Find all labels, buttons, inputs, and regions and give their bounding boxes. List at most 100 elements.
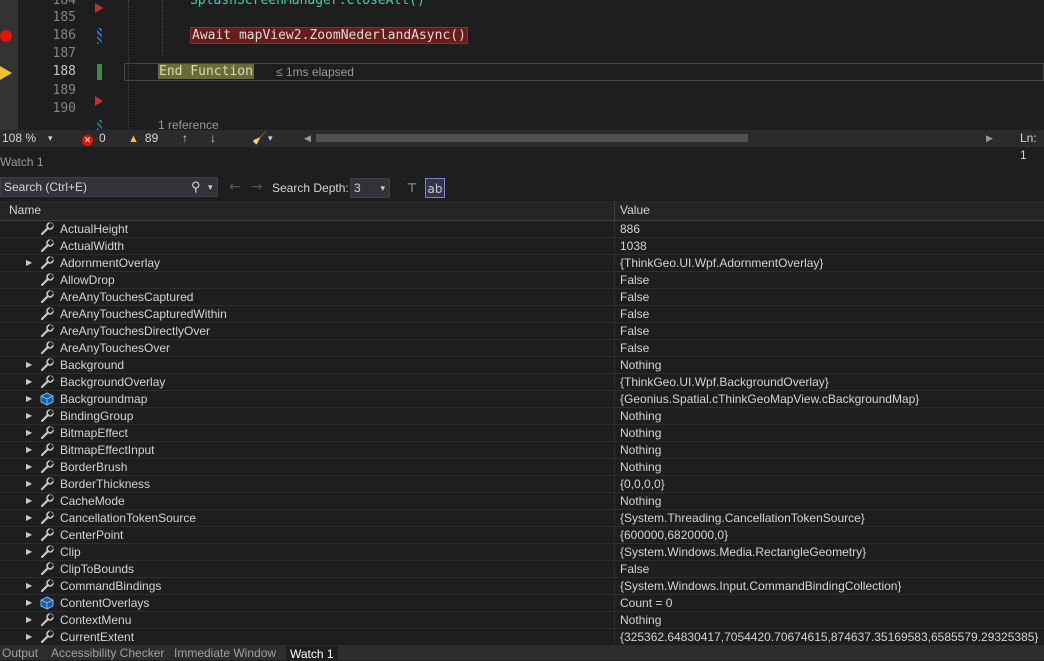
code-cleanup-dropdown-icon[interactable]: ▾ xyxy=(268,130,273,147)
next-issue-icon[interactable]: ↓ xyxy=(210,130,216,147)
code-cleanup-icon[interactable]: 🧹 xyxy=(252,130,267,147)
watch-row-value[interactable]: Count = 0 xyxy=(620,595,672,611)
expand-arrow-icon[interactable]: ▶ xyxy=(26,595,32,611)
watch-row[interactable]: ▶ BitmapEffectInput Nothing xyxy=(0,442,1044,459)
expand-arrow-icon[interactable]: ▶ xyxy=(26,255,32,271)
watch-row-value[interactable]: Nothing xyxy=(620,493,661,509)
watch-row-value[interactable]: {System.Threading.CancellationTokenSourc… xyxy=(620,510,865,526)
expand-arrow-icon[interactable]: ▶ xyxy=(26,629,32,645)
watch-row-value[interactable]: False xyxy=(620,561,649,577)
watch-grid[interactable]: Name Value ActualHeight 886 ActualWidth 103… xyxy=(0,201,1044,646)
watch-row[interactable]: ▶ CancellationTokenSource {System.Threadin… xyxy=(0,510,1044,527)
expand-arrow-icon[interactable]: ▶ xyxy=(26,493,32,509)
watch-row-value[interactable]: {System.Windows.Input.CommandBindingColl… xyxy=(620,578,901,594)
tab-accessibility-checker[interactable]: Accessibility Checker xyxy=(51,646,164,660)
watch-row-value[interactable]: False xyxy=(620,340,649,356)
watch-row[interactable]: ▶ BitmapEffect Nothing xyxy=(0,425,1044,442)
watch-row-value[interactable]: Nothing xyxy=(620,357,661,373)
watch-row[interactable]: AreAnyTouchesDirectlyOver False xyxy=(0,323,1044,340)
watch-row[interactable]: ▶ CurrentExtent {325362.64830417,7054420.7… xyxy=(0,629,1044,646)
watch-row[interactable]: AreAnyTouchesCapturedWithin False xyxy=(0,306,1044,323)
watch-row-value[interactable]: Nothing xyxy=(620,459,661,475)
zoom-dropdown-icon[interactable]: ▾ xyxy=(48,130,53,147)
code-line[interactable]: 188 End Function ≤ 1ms elapsed xyxy=(0,63,1044,81)
expand-arrow-icon[interactable]: ▶ xyxy=(26,391,32,407)
watch-row[interactable]: ▶ BindingGroup Nothing xyxy=(0,408,1044,425)
expand-arrow-icon[interactable]: ▶ xyxy=(26,578,32,594)
tab-output[interactable]: Output xyxy=(2,646,38,660)
watch-row-value[interactable]: False xyxy=(620,306,649,322)
pin-source-icon[interactable]: ⊤ xyxy=(402,178,422,198)
search-dropdown-icon[interactable]: ▾ xyxy=(208,178,213,196)
expand-arrow-icon[interactable]: ▶ xyxy=(26,612,32,628)
watch-row-value[interactable]: {System.Windows.Media.RectangleGeometry} xyxy=(620,544,866,560)
previous-issue-icon[interactable]: ↑ xyxy=(182,130,188,147)
codelens-references[interactable]: 1 reference xyxy=(158,118,219,130)
expand-arrow-icon[interactable]: ▶ xyxy=(26,510,32,526)
watch-row-value[interactable]: {325362.64830417,7054420.70674615,874637… xyxy=(620,629,1038,645)
zoom-level[interactable]: 108 % xyxy=(2,130,36,147)
watch-row-value[interactable]: Nothing xyxy=(620,408,661,424)
code-line[interactable]: 189 xyxy=(0,82,1044,100)
errors-indicator[interactable]: ✕ 0 xyxy=(82,130,106,147)
expand-arrow-icon[interactable]: ▶ xyxy=(26,408,32,424)
watch-search-input[interactable]: Search (Ctrl+E) ⚲ ▾ xyxy=(0,177,218,197)
search-depth-select[interactable]: 3 ▾ xyxy=(350,178,390,198)
watch-row[interactable]: ActualHeight 886 xyxy=(0,221,1044,238)
expand-arrow-icon[interactable]: ▶ xyxy=(26,374,32,390)
watch-row-value[interactable]: Nothing xyxy=(620,612,661,628)
watch-row[interactable]: AllowDrop False xyxy=(0,272,1044,289)
watch-row-value[interactable]: {ThinkGeo.UI.Wpf.BackgroundOverlay} xyxy=(620,374,829,390)
watch-row[interactable]: ▶ ContextMenu Nothing xyxy=(0,612,1044,629)
expand-arrow-icon[interactable]: ▶ xyxy=(26,357,32,373)
code-line[interactable]: 185 xyxy=(0,9,1044,27)
watch-row[interactable]: ▶ BorderThickness {0,0,0,0} xyxy=(0,476,1044,493)
warnings-indicator[interactable]: ▲ 89 xyxy=(128,130,158,148)
watch-row-value[interactable]: False xyxy=(620,323,649,339)
hexadecimal-display-icon[interactable]: ab xyxy=(425,178,445,198)
code-text[interactable]: End Function xyxy=(158,63,254,81)
watch-row[interactable]: ▶ Background Nothing xyxy=(0,357,1044,374)
watch-row-value[interactable]: 886 xyxy=(620,221,640,237)
code-text[interactable]: Await mapView2.ZoomNederlandAsync() xyxy=(190,27,468,45)
watch-row[interactable]: ▶ BorderBrush Nothing xyxy=(0,459,1044,476)
watch-row-value[interactable]: False xyxy=(620,289,649,305)
scroll-right-icon[interactable]: ▶ xyxy=(986,130,993,147)
watch-row[interactable]: ▶ AdornmentOverlay {ThinkGeo.UI.Wpf.Adornm… xyxy=(0,255,1044,272)
expand-arrow-icon[interactable]: ▶ xyxy=(26,476,32,492)
watch-row[interactable]: ▶ ContentOverlays Count = 0 xyxy=(0,595,1044,612)
watch-row-value[interactable]: Nothing xyxy=(620,442,661,458)
value-column-header[interactable]: Value xyxy=(620,201,650,220)
watch-row[interactable]: ▶ BackgroundOverlay {ThinkGeo.UI.Wpf.Backg… xyxy=(0,374,1044,391)
expand-arrow-icon[interactable]: ▶ xyxy=(26,442,32,458)
column-divider[interactable] xyxy=(614,201,615,220)
watch-row-value[interactable]: Nothing xyxy=(620,425,661,441)
code-line[interactable]: 190 xyxy=(0,100,1044,118)
expand-arrow-icon[interactable]: ▶ xyxy=(26,527,32,543)
watch-row-value[interactable]: {Geonius.Spatial.cThinkGeoMapView.cBackg… xyxy=(620,391,919,407)
scroll-left-icon[interactable]: ◀ xyxy=(304,130,311,147)
code-line[interactable]: 186 Await mapView2.ZoomNederlandAsync() xyxy=(0,27,1044,45)
watch-row-value[interactable]: 1038 xyxy=(620,238,647,254)
search-icon[interactable]: ⚲ xyxy=(191,178,201,196)
watch-row[interactable]: ▶ CenterPoint {600000,6820000,0} xyxy=(0,527,1044,544)
tab-immediate-window[interactable]: Immediate Window xyxy=(174,646,276,660)
watch-row[interactable]: ▶ Clip {System.Windows.Media.RectangleGeom… xyxy=(0,544,1044,561)
search-back-icon[interactable]: ← xyxy=(229,179,241,195)
watch-row[interactable]: ▶ Backgroundmap {Geonius.Spatial.cThinkGeo… xyxy=(0,391,1044,408)
watch-row-value[interactable]: {600000,6820000,0} xyxy=(620,527,728,543)
search-forward-icon[interactable]: → xyxy=(251,179,263,195)
expand-arrow-icon[interactable]: ▶ xyxy=(26,425,32,441)
expand-arrow-icon[interactable]: ▶ xyxy=(26,544,32,560)
watch-row[interactable]: AreAnyTouchesCaptured False xyxy=(0,289,1044,306)
watch-row[interactable]: ClipToBounds False xyxy=(0,561,1044,578)
watch-row[interactable]: ▶ CommandBindings {System.Windows.Input.Co… xyxy=(0,578,1044,595)
code-line[interactable]: 187 xyxy=(0,45,1044,63)
watch-row[interactable]: AreAnyTouchesOver False xyxy=(0,340,1044,357)
expand-arrow-icon[interactable]: ▶ xyxy=(26,459,32,475)
watch-row[interactable]: ActualWidth 1038 xyxy=(0,238,1044,255)
watch-row-value[interactable]: {0,0,0,0} xyxy=(620,476,665,492)
watch-row[interactable]: ▶ CacheMode Nothing xyxy=(0,493,1044,510)
code-editor[interactable]: 184 SplashScreenManager.CloseAll() 185 1… xyxy=(0,0,1044,130)
name-column-header[interactable]: Name xyxy=(9,201,41,220)
